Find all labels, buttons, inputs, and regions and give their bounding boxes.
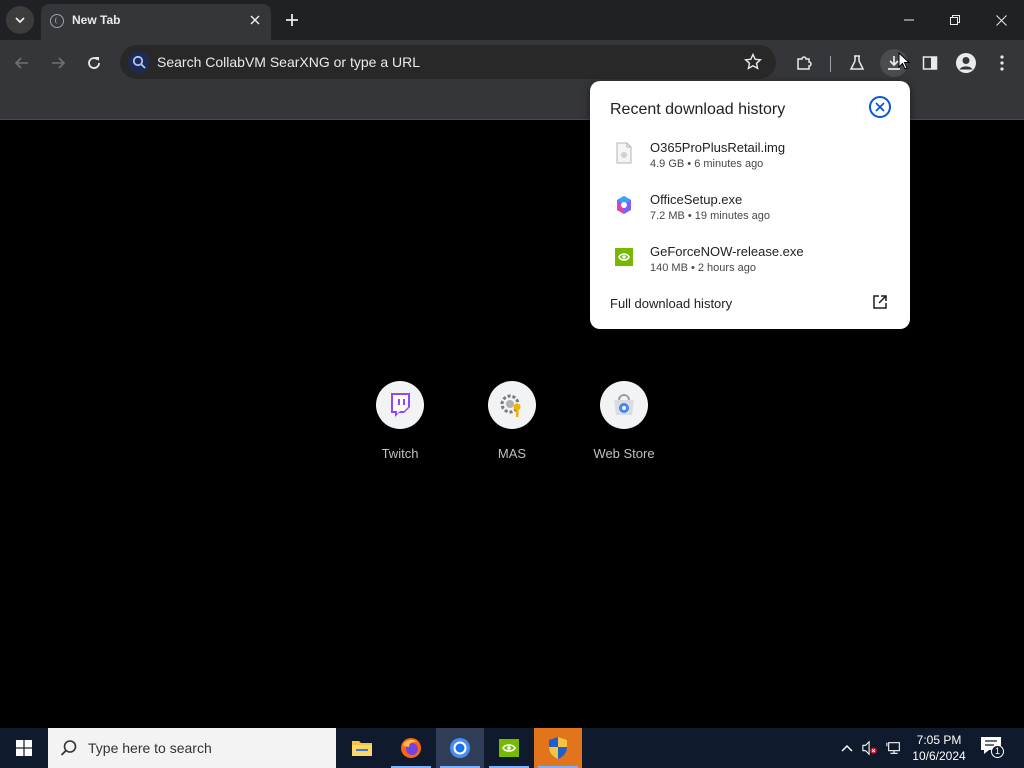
taskbar-search-box[interactable]: Type here to search <box>48 728 336 768</box>
shortcut-label: Web Store <box>593 446 655 461</box>
taskbar-chrome[interactable] <box>436 728 484 768</box>
taskbar-file-explorer[interactable] <box>338 728 386 768</box>
profile-button[interactable] <box>952 49 980 77</box>
windows-logo-icon <box>16 740 32 756</box>
download-filename: OfficeSetup.exe <box>650 192 743 207</box>
minimize-button[interactable] <box>886 0 932 40</box>
download-bubble: Recent download history O365ProPlusRetai… <box>590 81 910 329</box>
menu-button[interactable] <box>988 49 1016 77</box>
chevron-down-icon <box>15 17 25 24</box>
arrow-right-icon <box>52 57 66 69</box>
chevron-up-icon <box>841 744 853 752</box>
labs-button[interactable] <box>843 49 871 77</box>
office-icon <box>617 196 631 214</box>
tab-new-tab[interactable]: New Tab <box>41 4 271 40</box>
web-store-icon <box>614 394 634 415</box>
nvidia-icon <box>499 739 519 757</box>
tab-search-button[interactable] <box>6 6 34 34</box>
gear-key-icon <box>500 394 521 417</box>
start-button[interactable] <box>0 728 48 768</box>
download-item[interactable]: O365ProPlusRetail.img 4.9 GB • 6 minutes… <box>590 134 910 180</box>
avatar-icon <box>956 53 976 73</box>
download-filename: GeForceNOW-release.exe <box>650 244 804 259</box>
download-bubble-title: Recent download history <box>610 101 786 118</box>
bookmark-star-icon[interactable] <box>743 52 763 75</box>
notification-count: 1 <box>991 745 1004 758</box>
download-item[interactable]: GeForceNOW-release.exe 140 MB • 2 hours … <box>590 238 910 284</box>
close-icon <box>250 15 260 25</box>
search-icon <box>128 51 150 73</box>
reload-icon <box>88 57 100 69</box>
open-external-icon[interactable] <box>872 294 888 310</box>
flask-icon <box>849 55 865 70</box>
clock-date: 10/6/2024 <box>912 749 966 763</box>
taskbar-uac-shield[interactable] <box>534 728 582 768</box>
screen: New Tab Search CollabVM SearXNG or type … <box>0 0 1024 768</box>
firefox-icon <box>401 738 421 758</box>
download-meta: 4.9 GB • 6 minutes ago <box>650 158 764 170</box>
back-button[interactable] <box>8 49 36 77</box>
reload-button[interactable] <box>80 49 108 77</box>
shortcut-mas[interactable]: MAS <box>456 381 568 471</box>
toolbar: Search CollabVM SearXNG or type a URL <box>0 40 1024 86</box>
file-explorer-icon <box>352 741 372 756</box>
omnibox[interactable]: Search CollabVM SearXNG or type a URL <box>120 45 776 79</box>
taskbar-clock[interactable]: 7:05 PM 10/6/2024 <box>904 732 974 764</box>
minimize-icon <box>904 19 914 21</box>
shield-icon <box>549 737 567 759</box>
side-panel-icon <box>922 56 938 70</box>
restore-icon <box>950 15 960 25</box>
clock-time: 7:05 PM <box>916 733 962 747</box>
tab-close-button[interactable] <box>247 12 263 28</box>
download-bubble-close-button[interactable] <box>869 96 891 118</box>
full-download-history-link[interactable]: Full download history <box>610 296 732 311</box>
taskbar: Type here to search 7:05 PM 10/6/2024 1 <box>0 728 1024 768</box>
extensions-button[interactable] <box>790 49 818 77</box>
tab-title: New Tab <box>72 13 121 27</box>
close-window-button[interactable] <box>978 0 1024 40</box>
forward-button[interactable] <box>44 49 72 77</box>
shortcut-twitch[interactable]: Twitch <box>344 381 456 471</box>
side-panel-button[interactable] <box>916 49 944 77</box>
arrow-left-icon <box>14 57 28 69</box>
nvidia-icon <box>615 248 633 266</box>
show-hidden-icons-button[interactable] <box>839 740 855 756</box>
plus-icon <box>286 14 298 26</box>
network-icon[interactable] <box>886 740 902 756</box>
twitch-icon <box>391 393 410 417</box>
shortcut-web-store[interactable]: Web Store <box>568 381 680 471</box>
shortcut-tile <box>600 381 648 429</box>
toolbar-divider <box>830 56 831 72</box>
action-center-button[interactable]: 1 <box>980 736 1006 760</box>
taskbar-search-placeholder: Type here to search <box>88 740 212 756</box>
shortcut-tile <box>488 381 536 429</box>
download-item[interactable]: OfficeSetup.exe 7.2 MB • 19 minutes ago <box>590 186 910 232</box>
kebab-menu-icon <box>1000 55 1004 71</box>
taskbar-nvidia[interactable] <box>485 728 533 768</box>
new-tab-button[interactable] <box>280 8 304 32</box>
shortcut-tile <box>376 381 424 429</box>
omnibox-placeholder: Search CollabVM SearXNG or type a URL <box>157 54 420 70</box>
tab-strip: New Tab <box>0 0 1024 40</box>
search-icon <box>60 740 77 756</box>
close-icon <box>875 102 885 112</box>
globe-icon <box>50 14 64 28</box>
close-icon <box>995 14 1007 26</box>
puzzle-icon <box>797 56 812 70</box>
shortcut-label: Twitch <box>381 446 419 461</box>
download-meta: 140 MB • 2 hours ago <box>650 262 756 274</box>
volume-muted-icon[interactable] <box>862 740 878 756</box>
chrome-icon <box>450 738 470 758</box>
shortcut-label: MAS <box>497 446 527 461</box>
mouse-cursor-icon <box>898 52 910 70</box>
restore-button[interactable] <box>932 0 978 40</box>
taskbar-firefox[interactable] <box>387 728 435 768</box>
download-meta: 7.2 MB • 19 minutes ago <box>650 210 771 222</box>
download-filename: O365ProPlusRetail.img <box>650 140 786 155</box>
disk-image-file-icon <box>616 142 632 164</box>
